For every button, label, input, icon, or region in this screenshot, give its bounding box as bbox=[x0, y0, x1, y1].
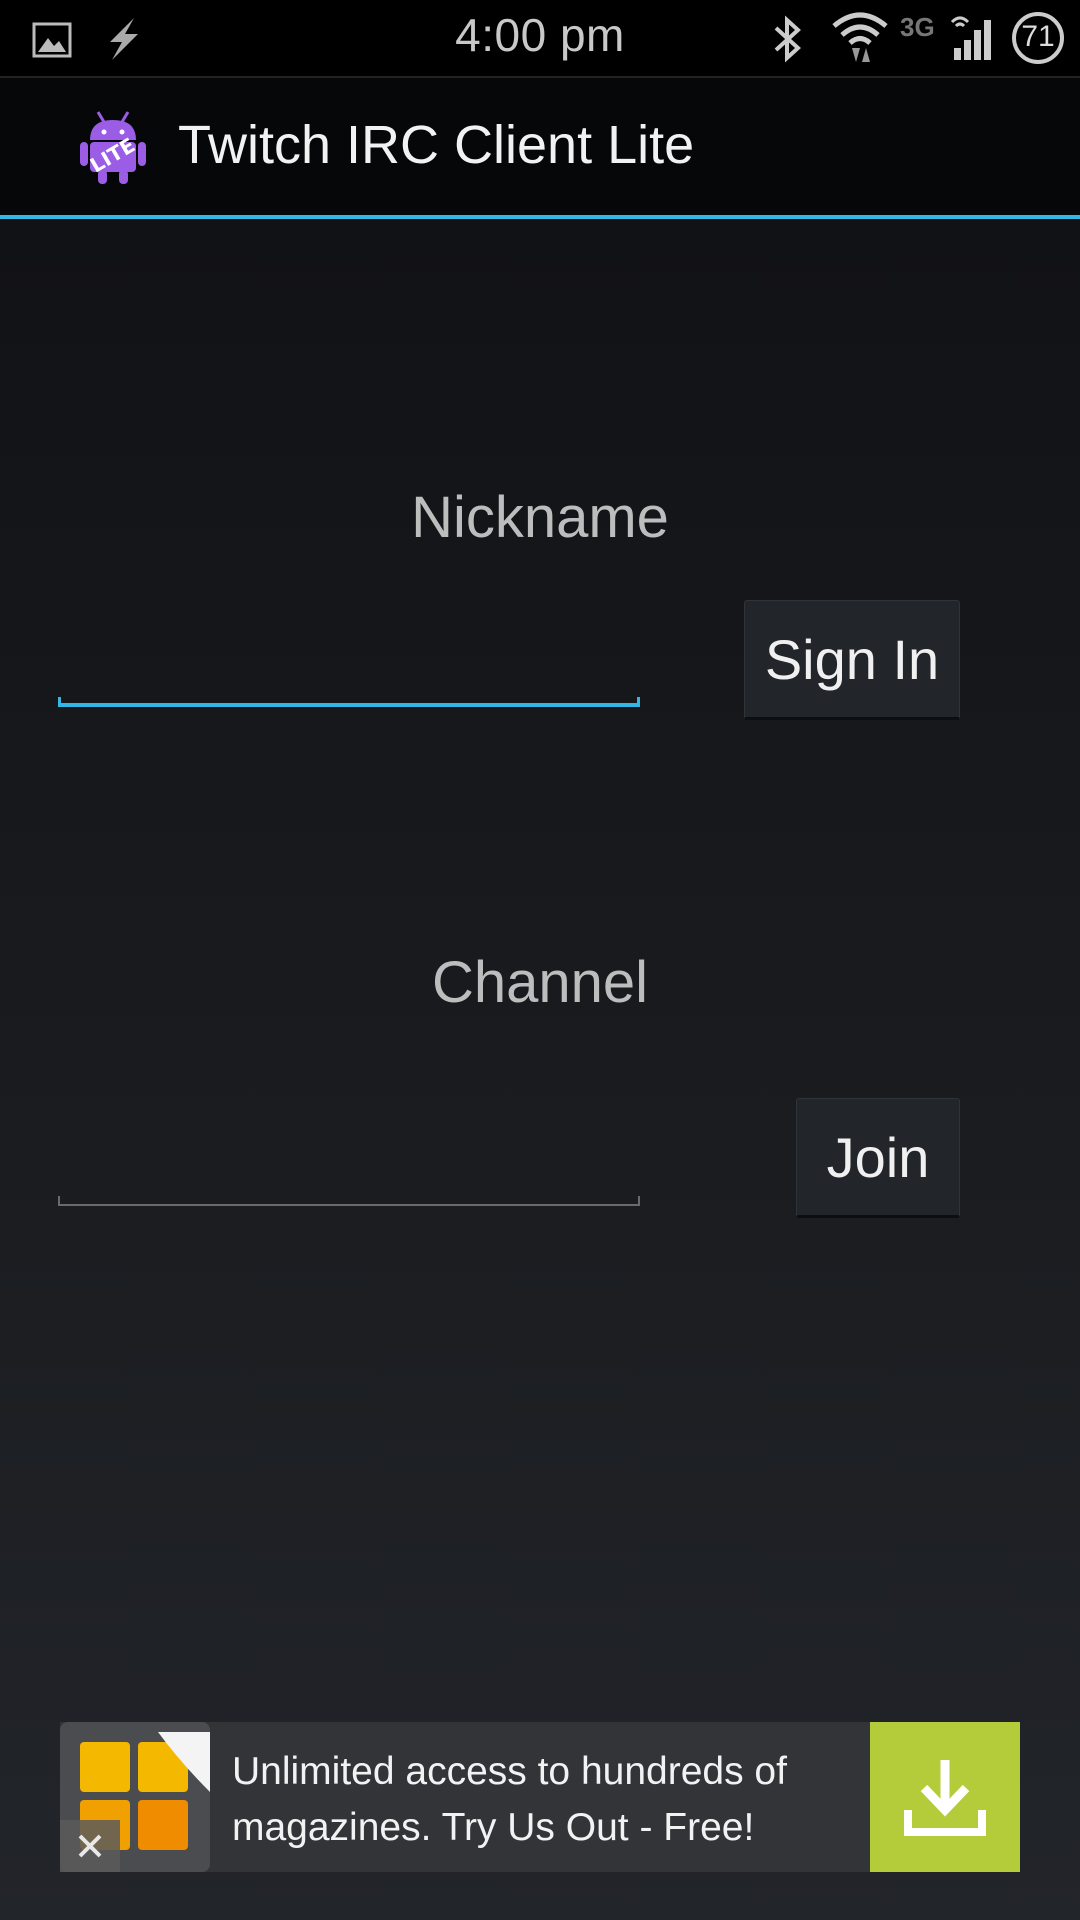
android-lite-icon[interactable]: LITE bbox=[78, 106, 148, 186]
download-icon bbox=[904, 1760, 986, 1836]
close-icon bbox=[78, 1834, 102, 1858]
ad-text[interactable]: Unlimited access to hundreds of magazine… bbox=[232, 1744, 832, 1856]
nickname-input-underline bbox=[58, 697, 640, 707]
battery-icon: 71 bbox=[1010, 10, 1066, 66]
main-content: Nickname Sign In Channel Join bbox=[0, 219, 1080, 1920]
wifi-icon bbox=[830, 10, 890, 69]
network-type-label: 3G bbox=[900, 12, 935, 42]
bluetooth-icon bbox=[768, 14, 808, 69]
join-button[interactable]: Join bbox=[796, 1098, 960, 1218]
status-bar: 4:00 pm 3G 71 bbox=[0, 0, 1080, 76]
ad-close-button[interactable] bbox=[60, 1820, 120, 1872]
channel-label: Channel bbox=[431, 950, 649, 1015]
battery-level: 71 bbox=[1021, 20, 1055, 53]
channel-input-underline bbox=[58, 1196, 640, 1206]
ad-banner[interactable]: Unlimited access to hundreds of magazine… bbox=[60, 1722, 1020, 1872]
signal-icon bbox=[950, 12, 1002, 67]
app-title: Twitch IRC Client Lite bbox=[178, 115, 695, 175]
nickname-input[interactable] bbox=[58, 619, 640, 689]
sign-in-button[interactable]: Sign In bbox=[744, 600, 960, 720]
channel-input[interactable] bbox=[58, 1119, 640, 1189]
nickname-label: Nickname bbox=[411, 485, 669, 550]
action-bar: LITE Twitch IRC Client Lite bbox=[0, 76, 1080, 221]
ad-download-button[interactable] bbox=[870, 1722, 1020, 1872]
